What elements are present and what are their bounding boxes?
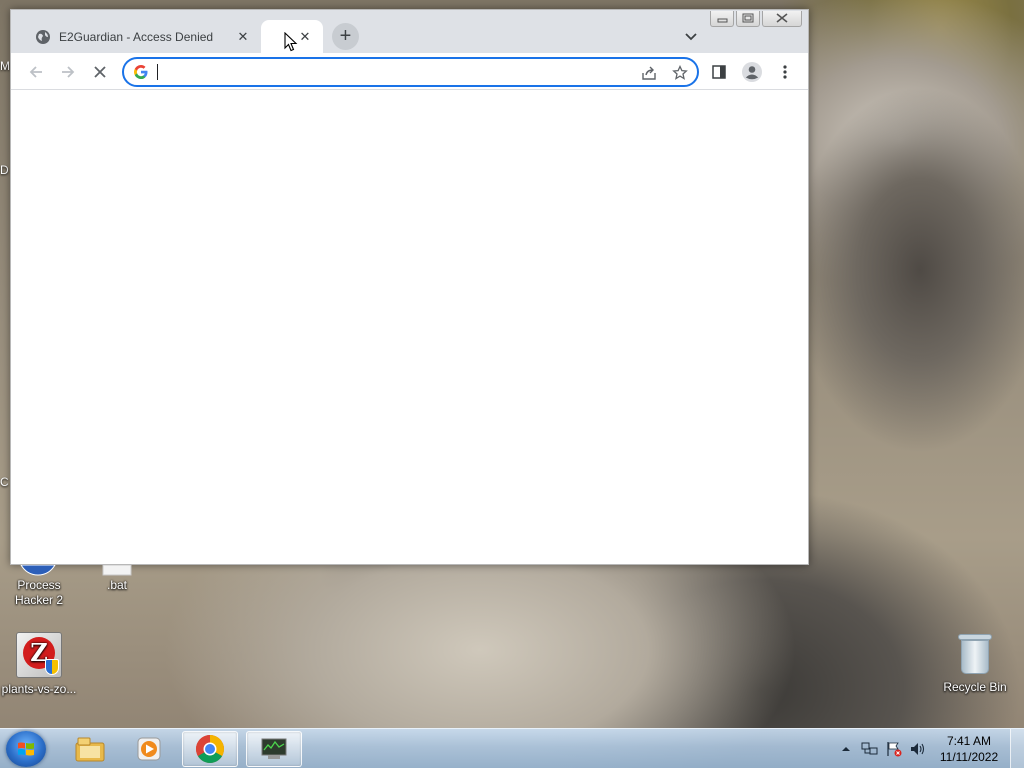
desktop-icon-process-hacker[interactable]: Process Hacker 2 — [1, 578, 77, 608]
share-button[interactable] — [639, 63, 659, 83]
close-window-button[interactable] — [762, 11, 802, 27]
forward-button[interactable] — [55, 59, 81, 85]
volume-button[interactable] — [909, 740, 927, 758]
clock-date: 11/11/2022 — [939, 750, 999, 764]
action-center-flag-icon — [887, 742, 902, 757]
show-desktop-button[interactable] — [1010, 729, 1024, 768]
show-hidden-icons-button[interactable] — [837, 740, 855, 758]
desktop-icon-label-partial: D — [0, 163, 9, 177]
desktop-icon-recycle-bin[interactable]: Recycle Bin — [937, 632, 1013, 695]
network-tray-button[interactable] — [861, 740, 879, 758]
text-caret — [157, 64, 158, 80]
browser-toolbar — [11, 53, 808, 90]
taskbar-clock[interactable]: 7:41 AM 11/11/2022 — [934, 733, 1004, 765]
network-monitor-icon — [261, 738, 287, 759]
chrome-menu-button[interactable] — [772, 59, 798, 85]
bookmark-star-icon — [672, 65, 688, 80]
omnibox-input[interactable] — [156, 62, 626, 82]
desktop-icon-label-partial: M — [0, 59, 10, 73]
desktop-icon-bat[interactable]: .bat — [79, 578, 155, 593]
clock-time: 7:41 AM — [946, 734, 992, 748]
taskbar-media-player[interactable] — [122, 731, 178, 767]
process-hacker-icon — [20, 565, 56, 576]
system-tray: 7:41 AM 11/11/2022 — [834, 729, 1024, 768]
page-content[interactable] — [11, 90, 808, 564]
new-tab-button[interactable]: + — [332, 23, 359, 50]
windows-explorer-icon — [75, 737, 105, 762]
mouse-cursor-icon — [284, 32, 298, 52]
profile-avatar-icon — [742, 62, 762, 82]
chevron-up-icon — [842, 747, 850, 751]
tab-search-chevron-down-icon[interactable] — [681, 26, 701, 46]
desktop-icon-label: .bat — [106, 578, 127, 592]
desktop-icon-label: Process Hacker 2 — [14, 578, 64, 607]
globe-icon — [36, 29, 50, 44]
back-button[interactable] — [23, 59, 49, 85]
recycle-bin-icon — [958, 632, 992, 676]
start-button[interactable] — [6, 731, 46, 767]
back-arrow-icon — [29, 66, 42, 78]
media-player-icon — [137, 737, 161, 761]
desktop-icon-label: Recycle Bin — [943, 680, 1007, 694]
restore-icon — [742, 13, 754, 23]
tab-close-icon[interactable]: ✕ — [297, 29, 313, 45]
desktop-icon-plants-vs-zombies[interactable]: Z plants-vs-zo... — [1, 632, 77, 697]
window-controls — [708, 11, 802, 27]
tab-close-icon[interactable]: ✕ — [235, 29, 251, 45]
chrome-icon — [196, 735, 224, 763]
forward-arrow-icon — [62, 66, 75, 78]
tab-title: E2Guardian - Access Denied — [59, 29, 214, 44]
taskbar-network-monitor[interactable] — [246, 731, 302, 767]
side-panel-button[interactable] — [706, 59, 732, 85]
volume-icon — [911, 743, 925, 755]
kebab-menu-icon — [783, 65, 787, 79]
profile-button[interactable] — [739, 59, 765, 85]
minimize-icon — [717, 18, 728, 23]
share-icon — [642, 66, 656, 80]
side-panel-icon — [712, 65, 726, 79]
google-g-icon — [134, 65, 148, 79]
desktop-icon-label: plants-vs-zo... — [1, 682, 77, 696]
bookmark-button[interactable] — [670, 63, 690, 83]
stop-loading-icon — [94, 66, 106, 78]
windows-logo-icon — [18, 742, 34, 756]
restore-button[interactable] — [736, 11, 760, 27]
action-center-button[interactable] — [885, 740, 903, 758]
close-icon — [776, 13, 788, 23]
chrome-window: E2Guardian - Access Denied ✕ ✕ + — [10, 9, 809, 565]
taskbar: 7:41 AM 11/11/2022 — [0, 728, 1024, 768]
tab-e2guardian[interactable]: E2Guardian - Access Denied ✕ — [25, 20, 261, 53]
plants-vs-zombies-icon: Z — [16, 632, 62, 678]
taskbar-explorer[interactable] — [62, 731, 118, 767]
taskbar-chrome[interactable] — [182, 731, 238, 767]
desktop-icon-label-partial: C — [0, 475, 9, 489]
batch-file-icon — [102, 565, 132, 576]
address-bar[interactable] — [122, 57, 699, 87]
network-icon — [861, 742, 878, 755]
stop-loading-button[interactable] — [87, 59, 113, 85]
tab-strip: E2Guardian - Access Denied ✕ ✕ + — [11, 10, 808, 53]
minimize-button[interactable] — [710, 11, 734, 27]
